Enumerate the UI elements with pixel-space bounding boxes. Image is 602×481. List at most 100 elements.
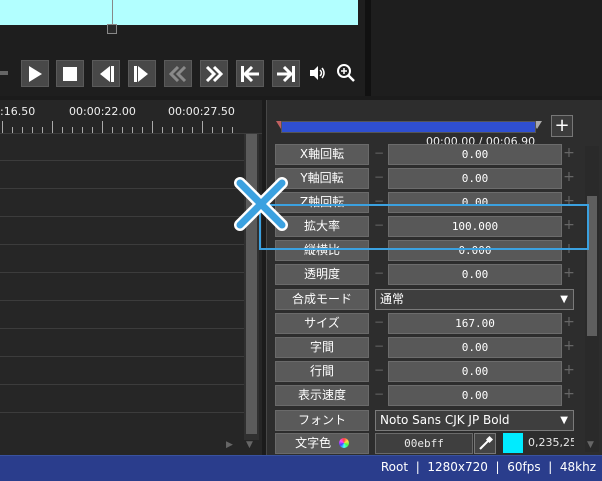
property-value-input[interactable]: 0.00 [388, 337, 562, 358]
ruler-label: 00:00:22.00 [69, 105, 136, 118]
timeline-track-row[interactable] [0, 330, 244, 357]
decrement-button[interactable]: − [373, 385, 385, 406]
ruler-label: 00:00:27.50 [168, 105, 235, 118]
decrement-button[interactable]: − [373, 337, 385, 358]
rewind-button[interactable] [164, 60, 192, 87]
scroll-down-arrow-icon[interactable]: ▼ [246, 440, 253, 450]
timeline-track-row[interactable] [0, 414, 244, 441]
increment-button[interactable]: + [563, 313, 575, 334]
blend-mode-value: 通常 [380, 292, 405, 306]
ruler-tick [192, 127, 193, 133]
timeline-hscrollbar[interactable] [0, 440, 244, 454]
property-label: 字間 [275, 337, 369, 358]
blend-mode-select[interactable]: 通常 ▼ [375, 289, 574, 310]
scroll-down-arrow-icon[interactable]: ▼ [587, 440, 594, 450]
eyedropper-button[interactable] [474, 433, 496, 454]
stop-icon [63, 66, 77, 81]
double-chevron-right-icon [205, 65, 223, 82]
close-icon[interactable] [232, 175, 290, 237]
text-color-label: 文字色 [295, 436, 332, 450]
property-value-input[interactable]: 0.00 [388, 168, 562, 189]
ruler-tick [12, 127, 13, 133]
ruler-label: :16.50 [0, 105, 36, 118]
ruler-tick [202, 121, 203, 133]
property-label: 行間 [275, 361, 369, 382]
property-value-input[interactable]: 0.00 [388, 264, 562, 285]
speaker-icon [310, 66, 325, 80]
double-chevron-left-icon [169, 65, 187, 82]
go-end-button[interactable] [272, 60, 300, 87]
increment-button[interactable]: + [563, 144, 575, 165]
ruler-tick [2, 121, 3, 133]
ruler-tick [222, 127, 223, 133]
increment-button[interactable]: + [563, 337, 575, 358]
next-frame-button[interactable] [128, 60, 156, 87]
font-value: Noto Sans CJK JP Bold [380, 413, 510, 427]
ruler-tick [212, 127, 213, 133]
timeline-track-row[interactable] [0, 162, 244, 189]
prev-frame-button[interactable] [92, 60, 120, 87]
increment-button[interactable]: + [563, 361, 575, 382]
decrement-button[interactable]: − [373, 264, 385, 285]
timeline-track-row[interactable] [0, 358, 244, 385]
ruler-tick [42, 127, 43, 133]
timeline-track-row[interactable] [0, 190, 244, 217]
ruler-tick [182, 127, 183, 133]
timeline-track-row[interactable] [0, 302, 244, 329]
color-swatch[interactable] [503, 433, 523, 453]
property-label: フォント [275, 410, 369, 431]
timeline-track-row[interactable] [0, 246, 244, 273]
property-value-input[interactable]: 0.00 [388, 385, 562, 406]
ruler-tick [152, 121, 153, 133]
skip-end-icon [277, 65, 295, 82]
status-text: Root | 1280x720 | 60fps | 48khz [380, 460, 596, 474]
timeline-track-row[interactable] [0, 218, 244, 245]
timeline-track-row[interactable] [0, 274, 244, 301]
ruler-tick [72, 127, 73, 133]
font-select[interactable]: Noto Sans CJK JP Bold ▼ [375, 410, 574, 431]
color-rgb-value: 0,235,255 [528, 436, 574, 449]
fast-forward-button[interactable] [200, 60, 228, 87]
zoom-in-icon [337, 64, 355, 82]
ruler-tick [92, 127, 93, 133]
ruler-tick [172, 127, 173, 133]
play-button[interactable] [21, 60, 49, 87]
volume-button[interactable] [309, 65, 327, 85]
step-back-icon [100, 65, 114, 82]
eyedropper-icon [479, 435, 494, 450]
add-keyframe-button[interactable]: + [551, 115, 573, 137]
skip-start-icon [241, 65, 259, 82]
decrement-button[interactable]: − [373, 313, 385, 334]
property-value-input[interactable]: 167.00 [388, 313, 562, 334]
property-value-input[interactable]: 0.00 [388, 361, 562, 382]
decrement-button[interactable]: − [373, 361, 385, 382]
increment-button[interactable]: + [563, 264, 575, 285]
property-label: 表示速度 [275, 385, 369, 406]
preview-resize-handle[interactable] [107, 24, 117, 34]
secondary-panel [371, 0, 602, 96]
color-wheel-icon [338, 438, 349, 448]
preview-canvas[interactable] [0, 0, 358, 25]
transport-grip [0, 71, 8, 75]
scroll-left-arrow-icon[interactable]: ▶ [226, 440, 233, 450]
increment-button[interactable]: + [563, 385, 575, 406]
ruler-tick [32, 127, 33, 133]
go-start-button[interactable] [236, 60, 264, 87]
property-value-input[interactable]: 0.00 [388, 144, 562, 165]
decrement-button[interactable]: − [373, 168, 385, 189]
timeline-track-row[interactable] [0, 386, 244, 413]
zoom-button[interactable] [336, 63, 356, 87]
object-range-bar[interactable] [281, 121, 536, 133]
ruler-tick [232, 127, 233, 133]
property-label: サイズ [275, 313, 369, 334]
timeline-track-row[interactable] [0, 134, 244, 161]
stop-button[interactable] [56, 60, 84, 87]
ruler-tick [22, 127, 23, 133]
ruler-tick [162, 127, 163, 133]
ruler-tick [52, 121, 53, 133]
decrement-button[interactable]: − [373, 144, 385, 165]
property-label: 合成モード [275, 289, 369, 310]
increment-button[interactable]: + [563, 168, 575, 189]
selection-highlight [259, 204, 589, 250]
color-hex-input[interactable]: 00ebff [375, 433, 473, 454]
